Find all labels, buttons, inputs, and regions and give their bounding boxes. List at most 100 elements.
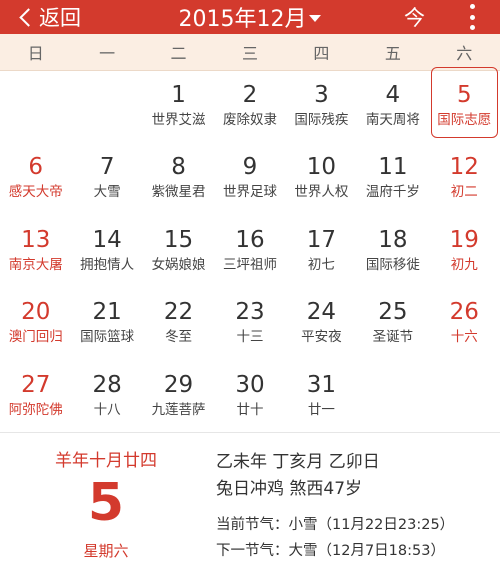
day-number: 17 [306,226,337,253]
empty-day-cell [429,360,500,432]
day-number: 15 [163,226,194,253]
day-lunar-label: 九莲菩萨 [151,401,206,418]
day-number: 30 [235,371,265,398]
weekday-label: 四 [313,44,330,63]
day-lunar-label: 南天周将 [365,112,420,128]
day-number: 28 [92,371,122,398]
day-lunar-label: 感天大帝 [8,184,63,201]
ganzhi-text: 乙未年 丁亥月 乙卯日 [216,452,380,472]
day-cell-1[interactable]: 1 世界艾滋 [143,70,214,142]
day-number: 7 [99,154,115,181]
weekday-label: 五 [384,44,401,63]
day-number: 22 [163,299,194,326]
weekday-label: 二 [170,44,187,63]
more-vertical-icon[interactable] [464,4,480,30]
day-lunar-label: 初九 [450,256,478,273]
selected-weekday: 星期六 [83,542,129,560]
day-lunar-label: 世界艾滋 [151,112,206,128]
day-lunar-label: 阿弥陀佛 [8,401,63,418]
day-number: 13 [21,226,51,253]
day-lunar-label: 国际移徙 [365,256,420,273]
day-number: 10 [306,154,337,181]
top-bar: 返回 2015年12月 今 [0,0,500,34]
day-lunar-label: 温府千岁 [365,184,420,201]
day-cell-28[interactable]: 28 十八 [71,360,142,432]
calendar-grid: 1 世界艾滋 2 废除奴隶 3 国际残疾 4 南天周将 5 国际志愿 6 感天大帝 7 大雪 8 紫微星君 9 世… [0,66,500,432]
day-cell-2[interactable]: 2 废除奴隶 [214,70,285,142]
day-cell-26[interactable]: 26 十六 [429,287,500,359]
day-cell-18[interactable]: 18 国际移徙 [357,215,428,287]
day-number: 2 [242,82,258,108]
day-cell-24[interactable]: 24 平安夜 [286,287,357,359]
day-number: 6 [28,154,44,181]
day-number: 11 [378,154,408,181]
day-lunar-label: 国际篮球 [80,329,135,346]
day-number: 16 [235,226,265,253]
day-lunar-label: 南京大屠 [8,256,63,273]
day-cell-17[interactable]: 17 初七 [286,215,357,287]
day-cell-8[interactable]: 8 紫微星君 [143,142,214,214]
day-lunar-label: 澳门回归 [8,329,63,346]
empty-day-cell [71,70,142,142]
day-cell-22[interactable]: 22 冬至 [143,287,214,359]
day-number: 25 [378,299,408,326]
day-number: 8 [171,154,186,181]
day-detail-panel: 羊年十月廿四 5 星期六 乙未年 丁亥月 乙卯日 兔日冲鸡 煞西47岁 当前节气… [0,433,500,564]
next-solar-term: 下一节气：大雪（12月7日18:53） [216,543,445,559]
day-cell-11[interactable]: 11 温府千岁 [357,142,428,214]
day-cell-20[interactable]: 20 澳门回归 [0,287,71,359]
day-cell-16[interactable]: 16 三坪祖师 [214,215,285,287]
day-lunar-label: 冬至 [165,329,193,346]
day-number: 4 [385,82,401,108]
day-number: 18 [378,226,408,253]
day-cell-14[interactable]: 14 拥抱情人 [71,215,142,287]
day-cell-10[interactable]: 10 世界人权 [286,142,357,214]
day-lunar-label: 拥抱情人 [80,256,135,273]
weekday-header: 日 一 二 三 四 五 六 [0,34,500,71]
day-number: 29 [163,371,194,398]
day-cell-13[interactable]: 13 南京大屠 [0,215,71,287]
day-cell-27[interactable]: 27 阿弥陀佛 [0,360,71,432]
day-cell-21[interactable]: 21 国际篮球 [71,287,142,359]
day-number: 14 [92,226,122,253]
day-cell-29[interactable]: 29 九莲菩萨 [143,360,214,432]
day-cell-7[interactable]: 7 大雪 [71,142,142,214]
day-cell-31[interactable]: 31 廿一 [286,360,357,432]
day-lunar-label: 三坪祖师 [222,256,277,273]
day-lunar-label: 十六 [450,329,478,346]
day-cell-30[interactable]: 30 廿十 [214,360,285,432]
day-lunar-label: 世界人权 [294,184,349,201]
day-cell-19[interactable]: 19 初九 [429,215,500,287]
day-number: 23 [235,299,265,326]
day-cell-5[interactable]: 5 国际志愿 [429,66,500,142]
day-cell-25[interactable]: 25 圣诞节 [357,287,428,359]
month-selector[interactable]: 2015年12月 [0,0,500,34]
day-cell-3[interactable]: 3 国际残疾 [286,70,357,142]
day-cell-9[interactable]: 9 世界足球 [214,142,285,214]
day-cell-12[interactable]: 12 初二 [429,142,500,214]
day-cell-4[interactable]: 4 南天周将 [357,70,428,142]
day-number: 31 [306,371,337,398]
day-lunar-label: 平安夜 [301,329,342,346]
day-cell-15[interactable]: 15 女娲娘娘 [143,215,214,287]
day-number: 3 [314,82,329,108]
day-number: 27 [21,371,51,398]
day-lunar-label: 世界足球 [222,184,277,201]
day-number: 5 [456,82,472,108]
empty-day-cell [0,70,71,142]
day-cell-6[interactable]: 6 感天大帝 [0,142,71,214]
day-lunar-label: 十八 [93,401,121,418]
weekday-label: 三 [241,44,258,63]
selected-day-number: 5 [87,473,125,533]
today-button[interactable]: 今 [404,0,425,34]
month-title: 2015年12月 [178,7,307,32]
day-lunar-label: 初二 [450,184,478,201]
day-lunar-label: 圣诞节 [372,329,414,346]
day-lunar-label: 初七 [307,256,335,273]
weekday-label: 一 [99,44,116,63]
day-cell-23[interactable]: 23 十三 [214,287,285,359]
caret-down-icon [309,15,322,22]
day-number: 1 [171,82,186,108]
day-number: 12 [449,154,479,181]
day-lunar-label: 廿十 [236,401,264,418]
